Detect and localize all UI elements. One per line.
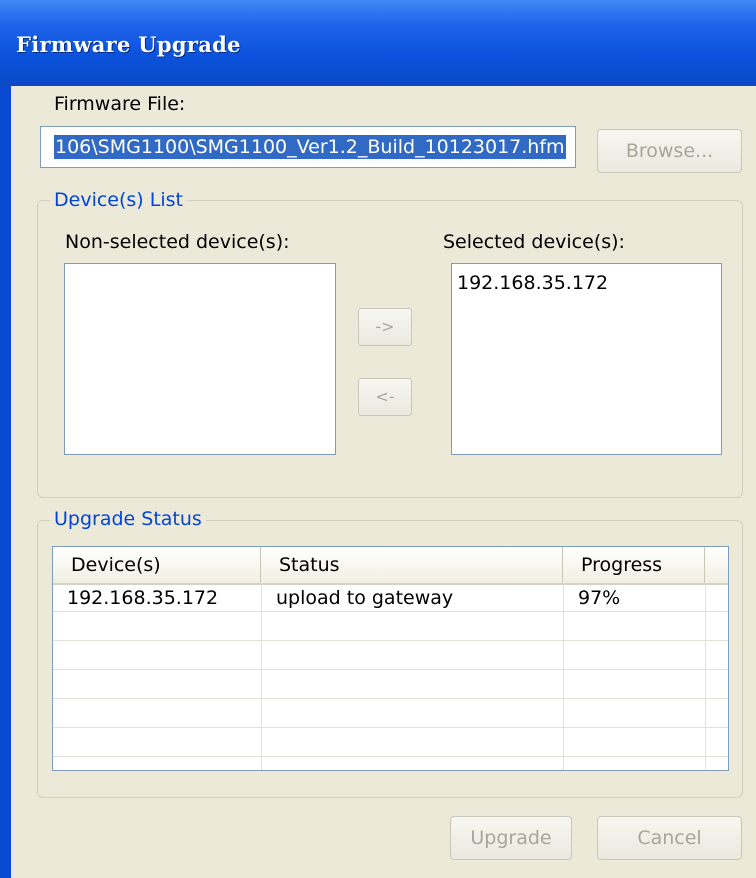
upgrade-status-table[interactable]: Device(s) Status Progress 192.168.35.172…: [52, 546, 729, 771]
browse-button[interactable]: Browse...: [597, 129, 742, 173]
move-left-button[interactable]: <-: [358, 378, 412, 416]
column-header-progress[interactable]: Progress: [563, 547, 705, 583]
upgrade-status-legend: Upgrade Status: [50, 508, 206, 530]
non-selected-devices-label: Non-selected device(s):: [65, 231, 290, 253]
cancel-button[interactable]: Cancel: [597, 816, 742, 860]
firmware-file-label: Firmware File:: [54, 93, 186, 115]
selected-devices-label: Selected device(s):: [443, 231, 625, 253]
device-list-legend: Device(s) List: [50, 189, 187, 211]
firmware-file-path: 106\SMG1100\SMG1100_Ver1.2_Build_1012301…: [54, 135, 566, 159]
column-header-device[interactable]: Device(s): [53, 547, 261, 583]
window-title: Firmware Upgrade: [16, 32, 241, 57]
non-selected-devices-list[interactable]: [64, 263, 336, 455]
cell-progress: 97%: [578, 587, 621, 609]
list-item[interactable]: 192.168.35.172: [457, 272, 608, 294]
title-bar[interactable]: Firmware Upgrade: [0, 0, 756, 86]
column-header-status[interactable]: Status: [261, 547, 563, 583]
upgrade-button[interactable]: Upgrade: [450, 816, 572, 860]
table-header: Device(s) Status Progress: [53, 547, 728, 585]
selected-devices-list[interactable]: 192.168.35.172: [451, 263, 722, 455]
move-right-button[interactable]: ->: [358, 308, 412, 346]
firmware-file-input[interactable]: 106\SMG1100\SMG1100_Ver1.2_Build_1012301…: [40, 126, 576, 168]
cell-device: 192.168.35.172: [67, 587, 219, 609]
cell-status: upload to gateway: [276, 587, 454, 609]
